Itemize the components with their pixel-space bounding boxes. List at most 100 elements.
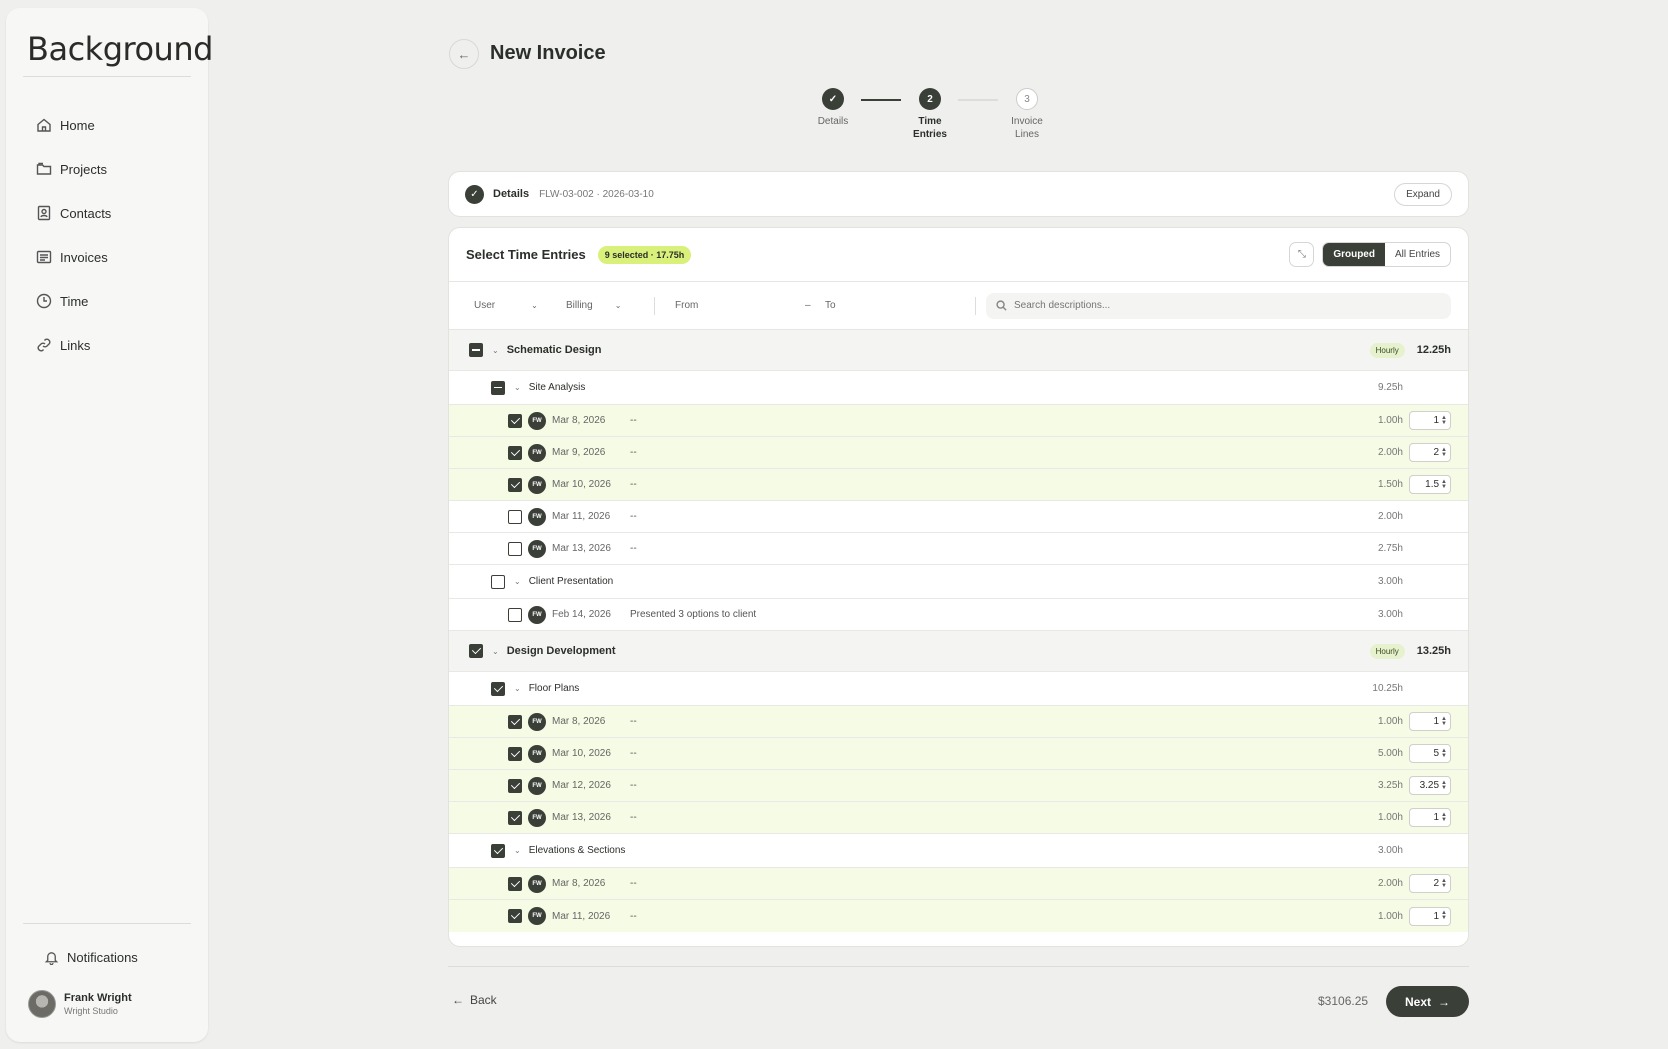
entry-description: -- <box>630 910 637 922</box>
from-date-input[interactable]: From <box>655 300 805 311</box>
subgroup-row[interactable]: ⌄ Site Analysis 9.25h <box>449 371 1468 405</box>
entry-checkbox[interactable] <box>508 607 522 622</box>
step-time-entries[interactable]: 2 Time Entries <box>900 88 960 141</box>
sidebar-item-links[interactable]: Links <box>36 323 196 367</box>
quantity-stepper[interactable]: 2 ▲ ▼ <box>1409 874 1451 893</box>
entry-checkbox[interactable] <box>508 778 522 793</box>
subgroup-row[interactable]: ⌄ Client Presentation 3.00h <box>449 565 1468 599</box>
sidebar-item-invoices[interactable]: Invoices <box>36 235 196 279</box>
entry-hours: 2.00h <box>1377 878 1403 889</box>
table-row[interactable]: FW Mar 10, 2026 -- 5.00h 5 ▲ ▼ <box>449 738 1468 770</box>
stepper-arrows-icon[interactable]: ▲ ▼ <box>1441 716 1447 727</box>
table-row[interactable]: FW Mar 8, 2026 -- 1.00h 1 ▲ ▼ <box>449 405 1468 437</box>
entry-description: Presented 3 options to client <box>630 609 757 620</box>
quantity-stepper[interactable]: 1 ▲ ▼ <box>1409 411 1451 430</box>
quantity-stepper[interactable]: 1 ▲ ▼ <box>1409 712 1451 731</box>
table-row[interactable]: FW Mar 12, 2026 -- 3.25h 3.25 ▲ ▼ <box>449 770 1468 802</box>
app-logo[interactable]: Background <box>27 30 213 68</box>
date-range-dash: – <box>805 300 811 311</box>
chevron-down-icon[interactable]: ⌄ <box>492 647 499 656</box>
billing-filter[interactable]: Billing ⌄ <box>566 300 654 311</box>
table-row[interactable]: FW Mar 8, 2026 -- 2.00h 2 ▲ ▼ <box>449 868 1468 900</box>
stepper-arrows-icon[interactable]: ▲ ▼ <box>1441 447 1447 458</box>
subgroup-name: Client Presentation <box>528 576 614 587</box>
notifications-link[interactable]: Notifications <box>44 950 138 965</box>
user-avatar: FW <box>528 907 546 925</box>
entry-checkbox[interactable] <box>508 876 522 891</box>
group-checkbox[interactable] <box>469 644 483 658</box>
user-profile[interactable]: Frank Wright Wright Studio <box>28 990 132 1018</box>
table-row[interactable]: FW Mar 13, 2026 -- 2.75h <box>449 533 1468 565</box>
stepper-arrows-icon[interactable]: ▲ ▼ <box>1441 812 1447 823</box>
stepper-arrows-icon[interactable]: ▲ ▼ <box>1441 780 1447 791</box>
sidebar-item-label: Contacts <box>60 205 112 221</box>
back-link[interactable]: ← Back <box>452 993 497 1007</box>
stepper-arrows-icon[interactable]: ▲ ▼ <box>1441 910 1447 921</box>
group-row[interactable]: ⌄ Design Development Hourly 13.25h <box>449 631 1468 672</box>
sidebar-item-time[interactable]: Time <box>36 279 196 323</box>
entry-checkbox[interactable] <box>508 445 522 460</box>
entry-checkbox[interactable] <box>508 413 522 428</box>
subgroup-row[interactable]: ⌄ Elevations & Sections 3.00h <box>449 834 1468 868</box>
back-button[interactable]: ← <box>449 39 479 69</box>
divider <box>23 76 191 77</box>
stepper-arrows-icon[interactable]: ▲ ▼ <box>1441 878 1447 889</box>
entry-checkbox[interactable] <box>508 509 522 524</box>
subgroup-checkbox[interactable] <box>491 681 505 696</box>
entry-hours: 1.00h <box>1377 812 1403 823</box>
user-avatar: FW <box>528 808 546 827</box>
sidebar-item-contacts[interactable]: Contacts <box>36 191 196 235</box>
subgroup-row[interactable]: ⌄ Floor Plans 10.25h <box>449 672 1468 706</box>
step-details[interactable]: ✓ Details <box>803 88 863 128</box>
stepper-arrows-icon[interactable]: ▲ ▼ <box>1441 479 1447 490</box>
quantity-stepper[interactable]: 1 ▲ ▼ <box>1409 808 1451 827</box>
entry-checkbox[interactable] <box>508 541 522 556</box>
user-avatar: FW <box>528 443 546 462</box>
table-row[interactable]: FW Mar 11, 2026 -- 1.00h 1 ▲ ▼ <box>449 900 1468 932</box>
stepper-arrows-icon[interactable]: ▲ ▼ <box>1441 748 1447 759</box>
view-grouped-button[interactable]: Grouped <box>1323 243 1385 266</box>
table-row[interactable]: FW Feb 14, 2026 Presented 3 options to c… <box>449 599 1468 631</box>
step-invoice-lines[interactable]: 3 Invoice Lines <box>997 88 1057 141</box>
table-row[interactable]: FW Mar 9, 2026 -- 2.00h 2 ▲ ▼ <box>449 437 1468 469</box>
entry-checkbox[interactable] <box>508 714 522 729</box>
check-icon: ✓ <box>822 88 844 110</box>
home-icon <box>36 117 52 133</box>
entry-checkbox[interactable] <box>508 810 522 825</box>
group-row[interactable]: ⌄ Schematic Design Hourly 12.25h <box>449 330 1468 371</box>
collapse-all-button[interactable]: ⤡ <box>1289 242 1315 267</box>
sidebar-item-projects[interactable]: Projects <box>36 147 196 191</box>
quantity-stepper[interactable]: 1 ▲ ▼ <box>1409 906 1451 926</box>
quantity-stepper[interactable]: 2 ▲ ▼ <box>1409 443 1451 462</box>
subgroup-checkbox[interactable] <box>491 574 505 589</box>
table-row[interactable]: FW Mar 13, 2026 -- 1.00h 1 ▲ ▼ <box>449 802 1468 834</box>
quantity-stepper[interactable]: 5 ▲ ▼ <box>1409 744 1451 763</box>
next-button[interactable]: Next → <box>1386 986 1469 1017</box>
invoice-icon <box>36 249 52 265</box>
quantity-stepper[interactable]: 1.5 ▲ ▼ <box>1409 475 1451 494</box>
expand-button[interactable]: Expand <box>1394 182 1452 206</box>
table-row[interactable]: FW Mar 11, 2026 -- 2.00h <box>449 501 1468 533</box>
user-filter[interactable]: User ⌄ <box>474 300 566 311</box>
entry-checkbox[interactable] <box>508 477 522 492</box>
subgroup-checkbox[interactable] <box>491 843 505 858</box>
chevron-down-icon[interactable]: ⌄ <box>514 684 521 693</box>
chevron-down-icon[interactable]: ⌄ <box>492 346 499 355</box>
view-all-entries-button[interactable]: All Entries <box>1385 243 1450 266</box>
group-checkbox[interactable] <box>469 343 483 357</box>
to-date-input[interactable]: To <box>825 300 975 311</box>
table-row[interactable]: FW Mar 10, 2026 -- 1.50h 1.5 ▲ ▼ <box>449 469 1468 501</box>
search-input[interactable] <box>1014 300 1314 311</box>
quantity-stepper[interactable]: 3.25 ▲ ▼ <box>1409 776 1451 795</box>
table-row[interactable]: FW Mar 8, 2026 -- 1.00h 1 ▲ ▼ <box>449 706 1468 738</box>
subgroup-checkbox[interactable] <box>491 380 505 395</box>
entry-checkbox[interactable] <box>508 909 522 923</box>
chevron-down-icon[interactable]: ⌄ <box>514 383 521 392</box>
group-total: 13.25h <box>1416 645 1451 657</box>
chevron-down-icon[interactable]: ⌄ <box>514 846 521 855</box>
chevron-down-icon[interactable]: ⌄ <box>514 577 521 586</box>
entry-checkbox[interactable] <box>508 746 522 761</box>
bell-icon <box>44 952 59 965</box>
stepper-arrows-icon[interactable]: ▲ ▼ <box>1441 415 1447 426</box>
sidebar-item-home[interactable]: Home <box>36 103 196 147</box>
